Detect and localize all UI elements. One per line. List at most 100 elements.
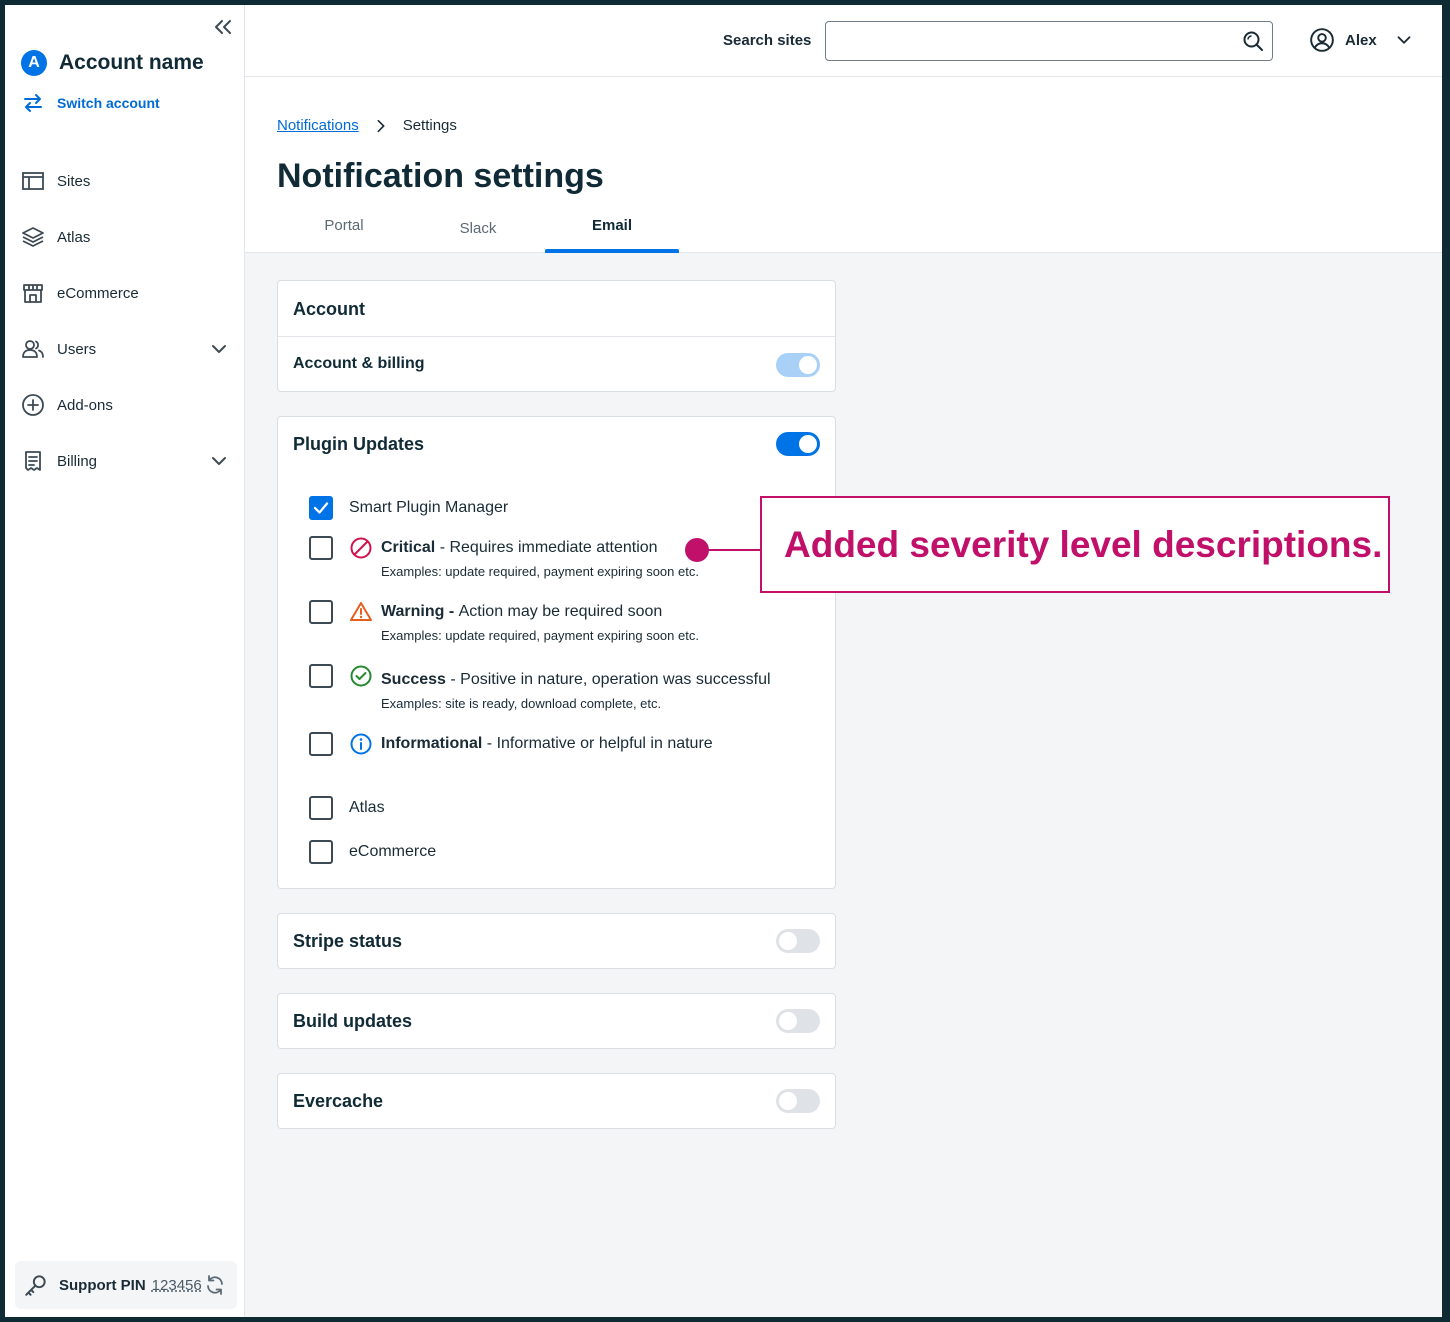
switch-account-link[interactable]: Switch account	[21, 91, 160, 115]
severity-example: Examples: update required, payment expir…	[381, 564, 699, 579]
severity-description: Action may be required soon	[458, 603, 663, 620]
sidebar-item-label: Add-ons	[57, 396, 113, 414]
app-window: A Account name Switch account Sites Atla…	[5, 5, 1442, 1317]
critical-icon	[350, 537, 372, 559]
switch-account-label: Switch account	[57, 95, 160, 111]
users-icon	[21, 337, 45, 361]
success-checkbox[interactable]	[309, 664, 333, 688]
sidebar-item-ecommerce[interactable]: eCommerce	[21, 265, 231, 321]
severity-line: Success - Positive in nature, operation …	[349, 665, 771, 692]
account-header: A Account name	[21, 50, 204, 76]
plugin-updates-title: Plugin Updates	[293, 434, 425, 454]
info-icon	[350, 733, 372, 755]
severity-description: Positive in nature, operation was succes…	[460, 671, 771, 688]
user-menu-button[interactable]: Alex	[1309, 27, 1415, 53]
sidebar-item-addons[interactable]: Add-ons	[21, 377, 231, 433]
support-pin-value: 123456	[151, 1276, 202, 1294]
sidebar-item-label: eCommerce	[57, 284, 139, 302]
search-input[interactable]	[825, 21, 1273, 61]
annotation-connector	[705, 549, 762, 551]
severity-text: Critical - Requires immediate attention …	[349, 536, 699, 579]
refresh-icon[interactable]	[203, 1273, 227, 1297]
ecommerce-label: eCommerce	[349, 843, 437, 860]
sidebar-item-sites[interactable]: Sites	[21, 153, 231, 209]
plus-circle-icon	[21, 393, 45, 417]
ecommerce-checkbox[interactable]	[309, 840, 333, 864]
annotation-dot	[685, 538, 709, 562]
store-icon	[21, 281, 45, 305]
tab-bar: Portal Slack Email	[277, 213, 679, 253]
smart-plugin-manager-option: Smart Plugin Manager	[309, 496, 508, 520]
chevron-down-icon[interactable]	[207, 449, 231, 473]
sidebar: A Account name Switch account Sites Atla…	[5, 5, 245, 1317]
page-header: Notifications Settings Notification sett…	[245, 77, 1442, 253]
success-icon	[350, 665, 372, 687]
severity-informational-option: Informational - Informative or helpful i…	[309, 732, 713, 756]
tab-email[interactable]: Email	[545, 213, 679, 253]
switch-icon	[24, 94, 42, 112]
severity-separator: -	[482, 735, 497, 752]
severity-text: Success - Positive in nature, operation …	[349, 664, 771, 711]
user-avatar-icon	[1310, 28, 1334, 52]
stripe-status-title: Stripe status	[293, 931, 403, 951]
settings-content: Account Account & billing Plugin Updates…	[245, 253, 1442, 1317]
account-avatar: A	[21, 50, 47, 76]
severity-line: Warning - Action may be required soon	[349, 600, 699, 624]
smart-plugin-manager-checkbox[interactable]	[309, 496, 333, 520]
annotation-text: Added severity level descriptions.	[784, 523, 1383, 565]
severity-example: Examples: site is ready, download comple…	[381, 696, 662, 711]
severity-success-option: Success - Positive in nature, operation …	[309, 664, 771, 711]
toggle-knob	[799, 435, 817, 453]
account-name: Account name	[59, 51, 204, 74]
build-updates-toggle[interactable]	[776, 1009, 820, 1033]
toggle-knob	[799, 356, 817, 374]
plugin-updates-toggle[interactable]	[776, 432, 820, 456]
evercache-toggle[interactable]	[776, 1089, 820, 1113]
severity-example: Examples: update required, payment expir…	[381, 628, 699, 643]
stripe-status-card: Stripe status	[277, 913, 836, 969]
informational-checkbox[interactable]	[309, 732, 333, 756]
sidebar-item-billing[interactable]: Billing	[21, 433, 231, 489]
stripe-status-toggle[interactable]	[776, 929, 820, 953]
key-icon	[25, 1275, 46, 1296]
severity-text: Warning - Action may be required soon Ex…	[349, 600, 699, 643]
build-updates-card: Build updates	[277, 993, 836, 1049]
annotation-callout: Added severity level descriptions.	[760, 496, 1390, 593]
warning-checkbox[interactable]	[309, 600, 333, 624]
tab-portal[interactable]: Portal	[277, 213, 411, 253]
build-updates-title: Build updates	[293, 1011, 413, 1031]
evercache-card: Evercache	[277, 1073, 836, 1129]
chevron-down-icon[interactable]	[207, 337, 231, 361]
account-billing-label: Account & billing	[293, 355, 425, 372]
severity-separator: -	[435, 539, 450, 556]
breadcrumb-current: Settings	[402, 117, 457, 134]
severity-critical-option: Critical - Requires immediate attention …	[309, 536, 699, 579]
account-billing-toggle[interactable]	[776, 353, 820, 377]
tab-slack[interactable]: Slack	[411, 213, 545, 253]
sidebar-item-users[interactable]: Users	[21, 321, 231, 377]
top-header: Search sites Alex	[245, 5, 1442, 77]
toggle-knob	[779, 932, 797, 950]
collapse-sidebar-icon[interactable]	[211, 15, 235, 39]
support-pin: Support PIN 123456	[15, 1261, 237, 1309]
search-icon[interactable]	[1241, 29, 1265, 53]
toggle-knob	[779, 1012, 797, 1030]
layers-icon	[21, 225, 45, 249]
breadcrumb: Notifications Settings	[277, 117, 457, 134]
breadcrumb-notifications-link[interactable]: Notifications	[277, 117, 359, 134]
toggle-knob	[779, 1092, 797, 1110]
severity-line: Critical - Requires immediate attention	[349, 536, 699, 560]
severity-line: Informational - Informative or helpful i…	[349, 732, 713, 756]
plugin-updates-card: Plugin Updates Smart Plugin Manager Crit…	[277, 416, 836, 889]
severity-description: Requires immediate attention	[449, 539, 658, 556]
evercache-title: Evercache	[293, 1091, 384, 1111]
sidebar-item-atlas[interactable]: Atlas	[21, 209, 231, 265]
receipt-icon	[21, 449, 45, 473]
atlas-checkbox[interactable]	[309, 796, 333, 820]
sidebar-item-label: Sites	[57, 172, 91, 190]
page-title: Notification settings	[277, 157, 604, 195]
severity-name: Success	[381, 671, 446, 688]
critical-checkbox[interactable]	[309, 536, 333, 560]
sidebar-nav: Sites Atlas eCommerce Users Add-ons Bill…	[21, 153, 231, 489]
severity-name: Informational	[381, 735, 483, 752]
